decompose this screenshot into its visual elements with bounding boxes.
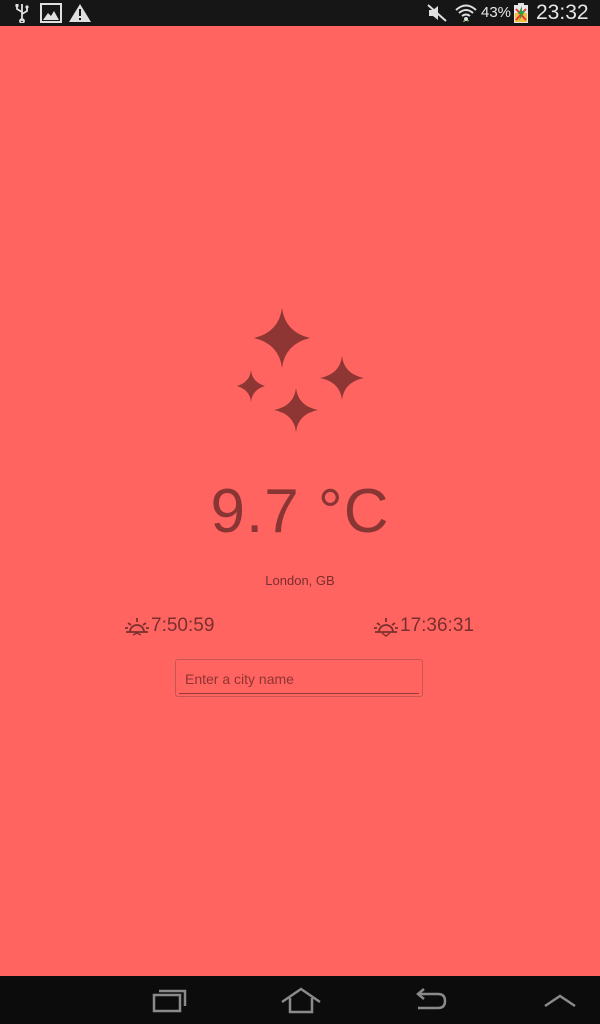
location: London, GB xyxy=(265,573,335,588)
home-icon[interactable] xyxy=(280,986,322,1014)
sunrise-icon xyxy=(125,618,149,636)
warning-icon xyxy=(69,4,91,22)
mute-icon xyxy=(427,4,447,22)
wifi-icon xyxy=(455,4,477,22)
status-bar: 43% 23:32 xyxy=(0,0,600,26)
sunrise-time: 7:50:59 xyxy=(151,615,215,636)
sunrise: 7:50:59 xyxy=(124,614,214,638)
clock: 23:32 xyxy=(536,1,589,24)
menu-up-icon[interactable] xyxy=(543,986,577,1014)
weather-screen: 9.7 °C London, GB 7:50:59 17:36:31 xyxy=(0,26,600,976)
back-icon[interactable] xyxy=(412,986,448,1014)
city-search-box xyxy=(175,659,423,697)
sunset: 17:36:31 xyxy=(373,614,474,638)
clear-night-stars-icon xyxy=(237,308,364,432)
gallery-icon xyxy=(40,3,62,23)
usb-icon xyxy=(15,4,29,23)
sunset-time: 17:36:31 xyxy=(400,615,474,636)
navigation-bar xyxy=(0,976,600,1024)
sunset-icon xyxy=(374,618,398,637)
battery-icon xyxy=(514,3,528,23)
battery-percent: 43% xyxy=(481,4,512,21)
city-search-input[interactable] xyxy=(179,664,419,694)
recent-apps-icon[interactable] xyxy=(151,986,189,1014)
temperature: 9.7 °C xyxy=(210,477,390,546)
